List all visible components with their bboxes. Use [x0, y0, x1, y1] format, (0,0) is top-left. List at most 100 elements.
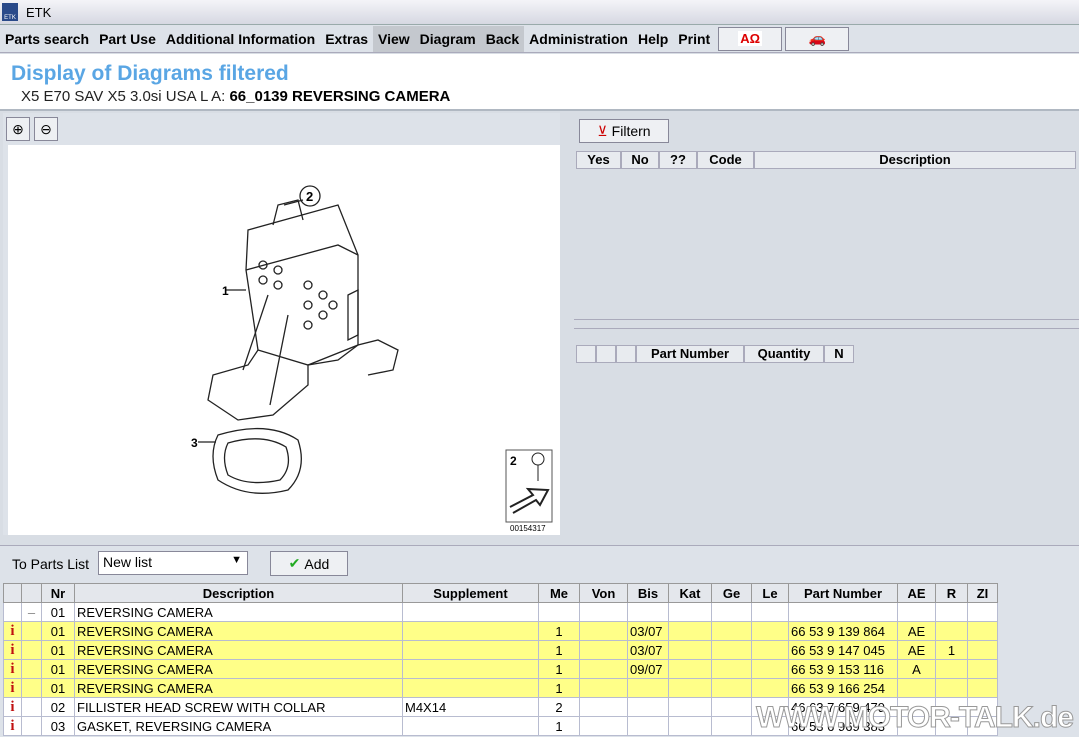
cell-nr: 02 — [41, 697, 75, 717]
cell-bis — [627, 716, 669, 736]
col-header[interactable] — [3, 583, 22, 603]
col-yes[interactable]: Yes — [576, 151, 621, 169]
cell-ge — [711, 697, 752, 717]
table-row[interactable]: i 01 REVERSING CAMERA 1 03/07 66 53 9 147 045… — [3, 640, 998, 660]
info-icon[interactable]: i — [3, 697, 22, 717]
col-header[interactable]: Nr — [41, 583, 75, 603]
info-icon[interactable]: i — [3, 640, 22, 660]
parts-list-panel: To Parts List New list ▼ ✔ Add Nr Descript… — [0, 545, 1079, 737]
menu-extras[interactable]: Extras — [320, 26, 373, 52]
col-part-number[interactable]: Part Number — [636, 345, 744, 363]
cell-le — [751, 621, 789, 641]
vehicle-button[interactable]: 🚗 — [785, 26, 850, 51]
add-button[interactable]: ✔ Add — [270, 551, 348, 576]
table-row[interactable]: –01 REVERSING CAMERA — [3, 602, 998, 622]
info-icon[interactable] — [3, 602, 22, 622]
cell-me: 1 — [538, 621, 580, 641]
language-button[interactable]: AΩ — [718, 26, 783, 51]
cell-sup — [402, 602, 539, 622]
zoom-out-button[interactable]: ⊖ — [34, 117, 58, 141]
col-header[interactable]: ZI — [967, 583, 998, 603]
col-header[interactable]: Von — [579, 583, 628, 603]
cell-ge — [711, 716, 752, 736]
cell-le — [751, 602, 789, 622]
col-header[interactable]: Bis — [627, 583, 669, 603]
col-header[interactable] — [21, 583, 42, 603]
cell-von — [579, 697, 628, 717]
cell-zi — [967, 602, 998, 622]
cell-ae — [897, 678, 936, 698]
page-title: Display of Diagrams filtered — [11, 62, 289, 85]
cell-r — [935, 659, 968, 679]
info-icon[interactable]: i — [3, 678, 22, 698]
col-header[interactable]: Part Number — [788, 583, 898, 603]
horizontal-splitter[interactable] — [574, 319, 1079, 329]
parts-list-select[interactable]: New list ▼ — [98, 551, 248, 575]
menu-administration[interactable]: Administration — [524, 26, 633, 52]
cell-von — [579, 602, 628, 622]
cell-le — [751, 640, 789, 660]
cell-me: 1 — [538, 678, 580, 698]
menu-view[interactable]: View — [373, 25, 415, 52]
info-icon[interactable]: i — [3, 716, 22, 736]
etk-logo-icon: ETK — [2, 3, 18, 21]
chevron-down-icon: ▼ — [231, 554, 242, 566]
col-quantity[interactable]: Quantity — [744, 345, 824, 363]
col-blank-3 — [616, 345, 636, 363]
cell-kat — [668, 621, 712, 641]
col-header[interactable]: Me — [538, 583, 580, 603]
filter-icon: ⊻ — [597, 122, 608, 139]
menu-help[interactable]: Help — [633, 26, 673, 52]
menu-part-use[interactable]: Part Use — [94, 26, 161, 52]
col-description[interactable]: Description — [754, 151, 1076, 169]
col-code[interactable]: Code — [697, 151, 754, 169]
zoom-in-icon: ⊕ — [12, 121, 24, 137]
cell-ae: A — [897, 659, 936, 679]
col-no[interactable]: No — [621, 151, 659, 169]
diagram-canvas[interactable]: 2 1 3 2 00154317 — [8, 145, 560, 535]
cell-desc: REVERSING CAMERA — [74, 659, 403, 679]
cell-von — [579, 716, 628, 736]
col-header[interactable]: AE — [897, 583, 936, 603]
info-icon[interactable]: i — [3, 621, 22, 641]
menu-additional-information[interactable]: Additional Information — [161, 26, 320, 52]
cell-me: 1 — [538, 640, 580, 660]
zoom-in-button[interactable]: ⊕ — [6, 117, 30, 141]
cell-ae: AE — [897, 640, 936, 660]
table-row[interactable]: i 01 REVERSING CAMERA 1 03/07 66 53 9 139 864… — [3, 621, 998, 641]
cell-zi — [967, 640, 998, 660]
cell-mark — [21, 659, 42, 679]
table-row[interactable]: i 01 REVERSING CAMERA 1 09/07 66 53 9 153 116… — [3, 659, 998, 679]
vertical-splitter[interactable] — [560, 113, 574, 535]
col-n[interactable]: N — [824, 345, 854, 363]
menu-back[interactable]: Back — [480, 25, 525, 52]
cell-kat — [668, 716, 712, 736]
cell-nr: 01 — [41, 659, 75, 679]
table-row[interactable]: i 01 REVERSING CAMERA 1 66 53 9 166 254 — [3, 678, 998, 698]
cell-zi — [967, 621, 998, 641]
cell-mark — [21, 640, 42, 660]
cell-desc: REVERSING CAMERA — [74, 640, 403, 660]
callout-1: 1 — [222, 284, 229, 298]
col-unknown[interactable]: ?? — [659, 151, 697, 169]
cell-sup — [402, 659, 539, 679]
cell-sup — [402, 621, 539, 641]
menu-bar: Parts search Part Use Additional Informa… — [0, 25, 1079, 53]
col-header[interactable]: Supplement — [402, 583, 539, 603]
menu-print[interactable]: Print — [673, 26, 715, 52]
col-header[interactable]: Kat — [668, 583, 712, 603]
menu-parts-search[interactable]: Parts search — [0, 26, 94, 52]
cell-bis: 03/07 — [627, 640, 669, 660]
vehicle-info: X5 E70 SAV X5 3.0si USA L A: 66_0139 REV… — [21, 88, 450, 105]
col-header[interactable]: Description — [74, 583, 403, 603]
legend-number: 2 — [510, 454, 517, 468]
col-header[interactable]: Ge — [711, 583, 752, 603]
zoom-out-icon: ⊖ — [40, 121, 52, 137]
filter-button[interactable]: ⊻ Filtern — [579, 119, 669, 143]
info-icon[interactable]: i — [3, 659, 22, 679]
col-header[interactable]: R — [935, 583, 968, 603]
title-bar: ETK ETK — [0, 0, 1079, 25]
menu-diagram[interactable]: Diagram — [414, 25, 481, 52]
cell-pn: 66 53 9 139 864 — [788, 621, 898, 641]
col-header[interactable]: Le — [751, 583, 789, 603]
